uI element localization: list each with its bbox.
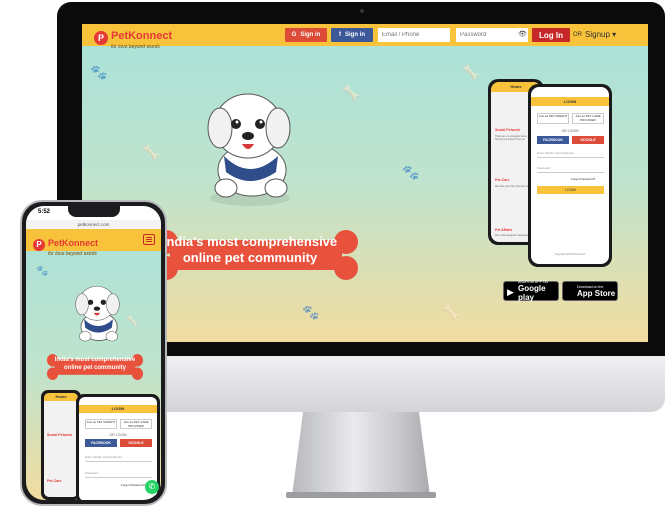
mobile-hero-line-1: India's most comprehensive xyxy=(54,357,136,363)
mobile-email-field[interactable]: Enter Mobile Number/Email xyxy=(537,151,604,158)
inner-password-field[interactable]: Password xyxy=(85,471,152,478)
apple-logo-icon xyxy=(346,374,370,400)
google-play-badge[interactable]: ▶ ANDROID APP ON Google play xyxy=(503,280,559,302)
bone-pattern-icon: 🦴 xyxy=(126,316,139,327)
login-button[interactable]: Log In xyxy=(532,28,570,42)
brand-logo[interactable]: P PetKonnect for love beyond words xyxy=(94,26,172,50)
mobile-brand-name: PetKonnect xyxy=(48,238,99,248)
login-submit-button[interactable]: LOGIN xyxy=(537,186,604,194)
paw-pattern-icon: 🐾 xyxy=(402,164,420,180)
inner-side-social: Social Petwork xyxy=(47,433,72,437)
site-header: P PetKonnect for love beyond words G Sig… xyxy=(82,24,648,50)
inner-mini-phone-back: Home Social Petwork Pet-Care xyxy=(41,390,81,500)
login-title: LOGIN xyxy=(531,97,609,106)
inner-google-button[interactable]: GOOGLE xyxy=(120,439,152,447)
hero-line-1: India's most comprehensive xyxy=(162,234,338,249)
join-pet-parent-button[interactable]: Join as PET PARENT xyxy=(537,113,569,124)
imac-stand xyxy=(292,412,430,496)
bone-pattern-icon: 🦴 xyxy=(342,84,360,100)
inner-side-petcare: Pet-Care xyxy=(47,479,62,483)
join-pet-care-provider-button[interactable]: Join as PET CARE PROVIDER xyxy=(572,113,604,124)
whatsapp-chat-icon[interactable]: ✆ xyxy=(145,480,159,494)
mini-login-sheet: LOGIN Join as PET PARENT Join as PET CAR… xyxy=(531,87,609,264)
paw-logo-icon: P xyxy=(33,239,45,251)
mobile-hero-line-2: online pet community xyxy=(63,365,126,371)
mobile-brand-tagline: for love beyond words xyxy=(48,251,97,257)
or-login-label: OR LOGIN xyxy=(561,129,579,133)
mockup-stage: 🐾 🦴 🐾 🦴 🐾 🦴 🐾 🦴 P PetKonnect for love be… xyxy=(0,0,667,512)
inner-join-provider[interactable]: Join as PET CARE PROVIDER xyxy=(120,419,152,429)
status-time: 5:52 xyxy=(38,209,51,215)
iphone-device: 5:52 petkonnect.com P PetKonnect for lov… xyxy=(20,200,167,506)
mobile-hero-tagline: India's most comprehensive online pet co… xyxy=(48,356,142,372)
camera-dot xyxy=(360,9,364,13)
inner-email-field[interactable]: Enter Mobile Number/Email xyxy=(85,455,152,462)
inner-join-pet-parent[interactable]: Join as PET PARENT xyxy=(85,419,117,429)
email-phone-input[interactable] xyxy=(378,28,450,42)
inner-login-title: LOGIN xyxy=(79,405,157,413)
side-pet-affairs: Pet Affairs xyxy=(495,228,513,232)
google-login-button[interactable]: GOOGLE xyxy=(572,136,604,144)
or-separator: OR xyxy=(573,32,582,38)
inner-or-login: OR LOGIN xyxy=(109,433,127,437)
google-signin-button[interactable]: G Sign in xyxy=(285,28,327,42)
notch xyxy=(68,206,120,217)
google-signin-label: Sign in xyxy=(300,32,321,38)
inner-facebook-button[interactable]: FACEBOOK xyxy=(85,439,117,447)
side-social-petwork: Social Petwork xyxy=(495,128,520,132)
url-bar[interactable]: petkonnect.com xyxy=(26,220,161,229)
google-play-icon: ▶ xyxy=(507,287,514,297)
copyright-text: Copyright 2018 PetKonnect xyxy=(554,253,586,256)
facebook-signin-label: Sign in xyxy=(345,32,365,38)
google-icon: G xyxy=(291,32,297,38)
forgot-password-link[interactable]: Forgot Password? xyxy=(571,177,595,181)
hamburger-menu-icon[interactable] xyxy=(143,234,155,245)
app-store-badge[interactable]: Download on the App Store xyxy=(562,281,618,301)
mobile-brand-logo[interactable]: P PetKonnect for love beyond words xyxy=(33,233,98,257)
hero-tagline: India's most comprehensive online pet co… xyxy=(152,234,348,266)
paw-pattern-icon: 🐾 xyxy=(90,64,108,80)
inner-forgot-link[interactable]: Forgot Password? xyxy=(121,483,145,487)
app-store-big: App Store xyxy=(577,288,616,298)
bone-pattern-icon: 🦴 xyxy=(442,304,460,320)
inner-home-bar: Home xyxy=(44,393,78,401)
facebook-icon: f xyxy=(339,32,341,38)
imac-foot xyxy=(286,492,436,498)
bone-pattern-icon: 🦴 xyxy=(142,144,160,160)
mini-phone-front: LOGIN Join as PET PARENT Join as PET CAR… xyxy=(528,84,612,267)
paw-logo-icon: P xyxy=(94,31,108,45)
facebook-signin-button[interactable]: f Sign in xyxy=(331,28,373,42)
hero-line-2: online pet community xyxy=(182,250,318,265)
bone-pattern-icon: 🦴 xyxy=(462,64,480,80)
paw-pattern-icon: 🐾 xyxy=(302,304,320,320)
facebook-login-button[interactable]: FACEBOOK xyxy=(537,136,569,144)
google-play-big: Google play xyxy=(518,284,546,302)
puppy-illustration xyxy=(207,93,291,206)
mobile-header: P PetKonnect for love beyond words xyxy=(26,229,161,257)
brand-tagline: for love beyond words xyxy=(111,44,160,50)
mobile-puppy-illustration xyxy=(75,285,120,342)
paw-pattern-icon: 🐾 xyxy=(36,266,49,277)
password-field[interactable]: Password xyxy=(537,166,604,173)
mobile-website: 5:52 petkonnect.com P PetKonnect for lov… xyxy=(26,206,161,500)
side-pet-care: Pet-Care xyxy=(495,178,510,182)
show-password-eye-icon[interactable]: 👁 xyxy=(518,30,527,38)
signup-dropdown[interactable]: Signup ▾ xyxy=(585,30,616,39)
brand-name: PetKonnect xyxy=(111,30,173,42)
